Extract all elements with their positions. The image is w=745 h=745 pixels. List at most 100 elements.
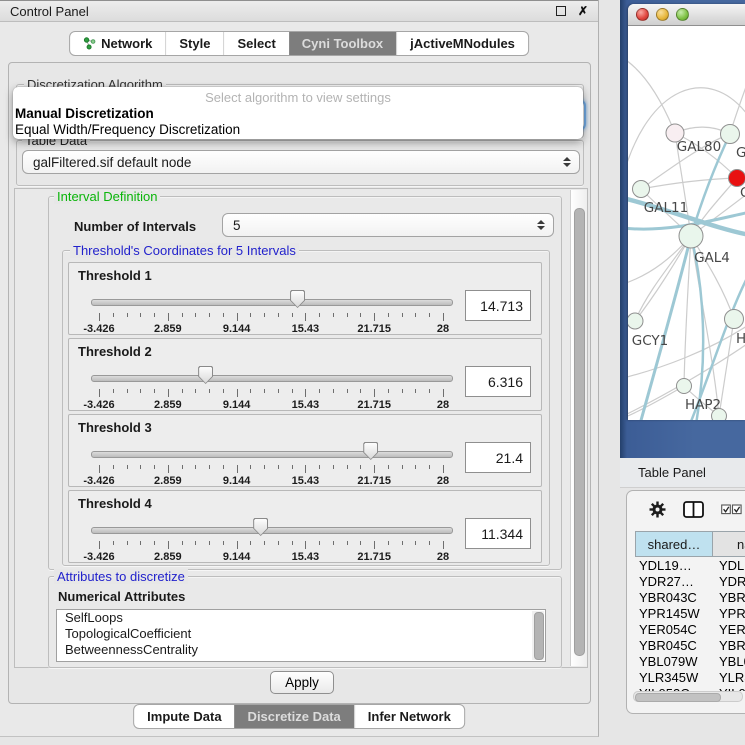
close-window-icon[interactable]: [636, 8, 649, 21]
table-row[interactable]: YBL079WYBL0: [635, 653, 745, 669]
network-node[interactable]: [712, 409, 727, 421]
tick-mark: [388, 465, 389, 469]
list-item-topologicalcoefficient[interactable]: TopologicalCoefficient: [57, 626, 545, 642]
tick-mark: [360, 313, 361, 317]
threshold-slider[interactable]: -3.4262.8599.14415.4321.71528: [87, 441, 455, 487]
network-node-gal4[interactable]: [679, 224, 703, 248]
tick-label: 15.43: [277, 475, 333, 487]
tick-mark: [113, 313, 114, 317]
network-node-gal[interactable]: [721, 125, 740, 144]
float-icon[interactable]: [556, 6, 566, 16]
horizontal-scrollbar[interactable]: [633, 691, 743, 702]
threshold-value-field[interactable]: 21.4: [465, 442, 531, 473]
threshold-slider[interactable]: -3.4262.8599.14415.4321.71528: [87, 289, 455, 335]
close-icon[interactable]: ✗: [578, 6, 588, 16]
threshold-slider[interactable]: -3.4262.8599.14415.4321.71528: [87, 517, 455, 563]
threshold-3-box: Threshold 3-3.4262.8599.14415.4321.71528…: [68, 414, 542, 487]
tab-select[interactable]: Select: [223, 32, 288, 55]
tab-network[interactable]: Network: [70, 32, 165, 55]
table-row[interactable]: YBR045CYBR0: [635, 637, 745, 653]
algorithm-option-manual-discretization[interactable]: Manual Discretization: [13, 106, 583, 122]
tick-mark: [374, 313, 375, 321]
tab-style[interactable]: Style: [165, 32, 223, 55]
table-row[interactable]: YER054CYER0: [635, 621, 745, 637]
node-label: GAL: [736, 145, 745, 161]
scrollbar-thumb[interactable]: [635, 693, 721, 702]
number-of-intervals-value: 5: [233, 218, 531, 233]
column-header-1[interactable]: shared…: [635, 531, 713, 557]
network-node-gal11[interactable]: [633, 181, 650, 198]
tick-mark: [250, 389, 251, 393]
apply-button[interactable]: Apply: [270, 671, 334, 694]
tick-mark: [154, 465, 155, 469]
tick-mark: [223, 465, 224, 469]
tick-mark: [237, 465, 238, 473]
tick-label: 15.43: [277, 551, 333, 563]
tab-infer-network[interactable]: Infer Network: [354, 705, 464, 728]
numerical-attributes-list[interactable]: SelfLoopsTopologicalCoefficientBetweenne…: [56, 609, 546, 662]
table-data-combobox[interactable]: galFiltered.sif default node: [22, 150, 580, 174]
tab-jactivemnodules[interactable]: jActiveMNodules: [396, 32, 528, 55]
column-header-2[interactable]: na: [713, 531, 745, 557]
attribute-items: SelfLoopsTopologicalCoefficientBetweenne…: [57, 610, 545, 658]
scrollbar-thumb[interactable]: [534, 612, 544, 660]
number-of-intervals-combobox[interactable]: 5: [222, 213, 554, 237]
network-graph[interactable]: GAL80GALCGAL11GAL4GCY1HIHAP2: [628, 26, 745, 420]
list-item-betweennesscentrality[interactable]: BetweennessCentrality: [57, 642, 545, 658]
network-view-window[interactable]: GAL80GALCGAL11GAL4GCY1HIHAP2: [628, 4, 745, 420]
tick-label: 2.859: [140, 399, 196, 411]
table-row[interactable]: YDL19…YDL1: [635, 557, 745, 573]
tick-mark: [168, 541, 169, 549]
network-node-gcy1[interactable]: [628, 313, 643, 329]
minimize-window-icon[interactable]: [656, 8, 669, 21]
table-row[interactable]: YPR145WYPR1: [635, 605, 745, 621]
network-canvas[interactable]: GAL80GALCGAL11GAL4GCY1HIHAP2: [628, 26, 745, 420]
network-edge[interactable]: [641, 178, 737, 189]
tick-label: 21.715: [346, 323, 402, 335]
tick-mark: [154, 313, 155, 317]
threshold-value-field[interactable]: 14.713: [465, 290, 531, 321]
number-of-intervals-label: Number of Intervals: [74, 219, 196, 234]
tick-label: 15.43: [277, 323, 333, 335]
tab-cyni-toolbox[interactable]: Cyni Toolbox: [289, 32, 396, 55]
vertical-scrollbar[interactable]: [570, 190, 587, 666]
tick-mark: [374, 541, 375, 549]
tick-mark: [140, 313, 141, 317]
network-edge[interactable]: [628, 58, 675, 133]
network-edge[interactable]: [635, 236, 691, 321]
algorithm-hint-option[interactable]: Select algorithm to view settings: [13, 90, 583, 106]
tick-mark: [264, 541, 265, 545]
table-cell: YLR3: [713, 670, 745, 685]
table-row[interactable]: YBR043CYBR0: [635, 589, 745, 605]
threshold-value-field[interactable]: 11.344: [465, 518, 531, 549]
tab-discretize-data[interactable]: Discretize Data: [235, 705, 354, 728]
threshold-value-field[interactable]: 6.316: [465, 366, 531, 397]
tick-mark: [237, 313, 238, 321]
select-columns-icon[interactable]: [721, 504, 742, 515]
table-row[interactable]: YLR345WYLR3: [635, 669, 745, 685]
tick-mark: [443, 389, 444, 397]
tab-impute-data[interactable]: Impute Data: [134, 705, 234, 728]
zoom-window-icon[interactable]: [676, 8, 689, 21]
tick-label: 28: [415, 551, 471, 563]
threshold-slider[interactable]: -3.4262.8599.14415.4321.71528: [87, 365, 455, 411]
list-item-selfloops[interactable]: SelfLoops: [57, 610, 545, 626]
scrollbar-thumb[interactable]: [574, 208, 585, 656]
network-edge[interactable]: [628, 386, 684, 418]
table-row[interactable]: YDR27…YDR2: [635, 573, 745, 589]
columns-icon[interactable]: [683, 501, 704, 518]
table-cell: YBL0: [713, 654, 745, 669]
algorithm-option-equal-width-frequency-discretization[interactable]: Equal Width/Frequency Discretization: [13, 122, 583, 138]
network-node-hap2[interactable]: [677, 379, 692, 394]
list-vertical-scrollbar[interactable]: [532, 611, 544, 660]
table-cell: YDR27…: [635, 574, 713, 589]
table-rows: YDL19…YDL1YDR27…YDR2YBR043CYBR0YPR145WYP…: [635, 557, 745, 691]
network-node-c[interactable]: [729, 170, 745, 187]
table-header-row: shared…na: [635, 531, 745, 557]
table-panel-titlebar: Table Panel: [620, 458, 745, 488]
tick-mark: [319, 313, 320, 317]
network-node-hi[interactable]: [725, 310, 744, 329]
gear-icon[interactable]: [649, 501, 666, 518]
tick-mark: [305, 465, 306, 473]
network-edge[interactable]: [719, 319, 734, 416]
